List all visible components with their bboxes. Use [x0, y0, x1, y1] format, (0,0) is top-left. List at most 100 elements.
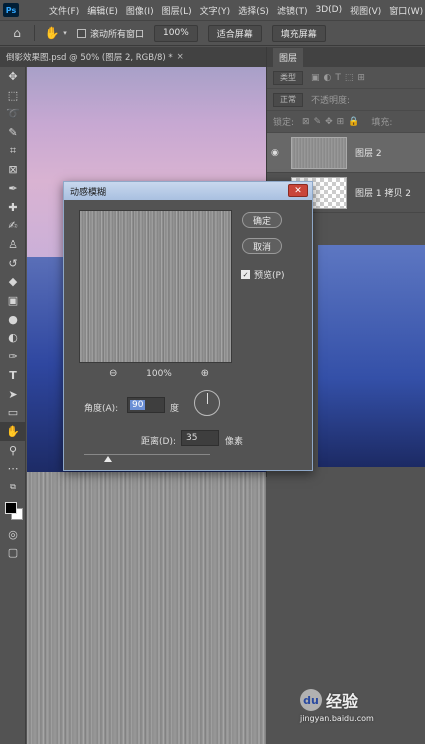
shape-tool-icon[interactable]: ▭ [0, 403, 26, 422]
watermark-title: 经验 [326, 692, 359, 711]
watermark-url: jingyan.baidu.com [300, 714, 374, 723]
layers-tab-label: 图层 [273, 47, 304, 67]
layer-name: 图层 1 拷贝 2 [355, 189, 412, 199]
menu-bar: Ps 文件(F) 编辑(E) 图像(I) 图层(L) 文字(Y) 选择(S) 滤… [0, 0, 425, 20]
divider [34, 25, 35, 41]
fill-label: 填充: [371, 118, 393, 128]
stamp-tool-icon[interactable]: ♙ [0, 235, 26, 254]
eye-icon[interactable]: ◉ [271, 148, 285, 158]
layer-filter-select[interactable]: 类型 [273, 70, 303, 85]
menu-3d[interactable]: 3D(D) [315, 5, 342, 15]
angle-needle [207, 393, 208, 404]
dodge-tool-icon[interactable]: ◐ [0, 329, 26, 348]
motion-blur-dialog: 动感模糊 ✕ 确定 取消 ✓ 预览(P) ⊖ 100% ⊕ 角度(A): 90 … [63, 181, 313, 471]
cancel-button[interactable]: 取消 [242, 238, 282, 254]
layer-row[interactable]: ◉ 图层 2 [267, 133, 425, 173]
opacity-label: 不透明度: [311, 96, 351, 106]
quick-select-tool-icon[interactable]: ✎ [0, 123, 26, 142]
angle-unit: 度 [170, 404, 180, 414]
fit-screen-button[interactable]: 适合屏幕 [207, 24, 262, 42]
photoshop-logo: Ps [3, 3, 19, 17]
baidu-paw-icon: du [300, 689, 322, 711]
filter-preview[interactable] [79, 210, 232, 363]
marquee-tool-icon[interactable]: ⬚ [0, 86, 26, 105]
motion-blur-noise-layer [27, 472, 266, 744]
zoom-100-button[interactable]: 100% [154, 24, 198, 42]
quick-mask-icon[interactable]: ◎ [0, 525, 26, 544]
distance-slider-handle[interactable] [104, 456, 112, 462]
document-tab[interactable]: 倒影效果图.psd @ 50% (图层 2, RGB/8) * × [0, 47, 266, 67]
preview-label: 预览(P) [254, 271, 285, 281]
dialog-title: 动感模糊 [64, 182, 312, 200]
chevron-down-icon[interactable]: ▾ [61, 24, 69, 42]
distance-slider-track[interactable] [84, 454, 210, 455]
zoom-out-icon[interactable]: ⊖ [109, 368, 117, 379]
color-swatches[interactable] [0, 497, 26, 525]
menu-type[interactable]: 文字(Y) [200, 4, 231, 17]
pen-tool-icon[interactable]: ✑ [0, 347, 26, 366]
layer-name: 图层 2 [355, 149, 382, 159]
city-image-right [318, 245, 425, 467]
menu-image[interactable]: 图像(I) [126, 4, 154, 17]
fill-screen-button[interactable]: 填充屏幕 [271, 24, 326, 42]
baidu-jingyan-watermark: du 经验 jingyan.baidu.com [300, 688, 420, 738]
brush-tool-icon[interactable]: ✍ [0, 217, 26, 236]
preview-zoom-controls: ⊖ 100% ⊕ [109, 368, 209, 379]
layers-panel-tab[interactable]: 图层 [267, 47, 425, 67]
layer-thumbnail [291, 136, 347, 169]
default-colors-icon[interactable]: ⧉ [0, 478, 26, 497]
zoom-tool-icon[interactable]: ⚲ [0, 441, 26, 460]
document-title: 倒影效果图.psd @ 50% (图层 2, RGB/8) * [6, 53, 173, 63]
ok-button[interactable]: 确定 [242, 212, 282, 228]
menu-file[interactable]: 文件(F) [49, 4, 79, 17]
distance-input[interactable]: 35 [181, 430, 219, 446]
menu-layer[interactable]: 图层(L) [162, 4, 192, 17]
distance-unit: 像素 [225, 437, 244, 447]
dialog-close-button[interactable]: ✕ [288, 184, 308, 197]
menu-filter[interactable]: 滤镜(T) [277, 4, 308, 17]
blend-mode-select[interactable]: 正常 [273, 92, 303, 107]
preview-checkbox[interactable]: ✓ [241, 270, 250, 279]
preview-toggle[interactable]: ✓ 预览(P) [241, 268, 284, 281]
menu-view[interactable]: 视图(V) [350, 4, 381, 17]
hand-tool-icon[interactable]: ✋ [0, 422, 26, 441]
path-select-tool-icon[interactable]: ➤ [0, 385, 26, 404]
angle-input[interactable]: 90 [127, 397, 165, 413]
lock-row: 锁定: ⊠✎✥⊞🔒 填充: [267, 111, 425, 133]
lock-icons[interactable]: ⊠✎✥⊞🔒 [302, 117, 363, 127]
eraser-tool-icon[interactable]: ◆ [0, 273, 26, 292]
blur-tool-icon[interactable]: ● [0, 310, 26, 329]
angle-label: 角度(A): [84, 404, 119, 414]
angle-dial[interactable] [194, 390, 220, 416]
foreground-color[interactable] [5, 501, 17, 514]
layer-filter-row: 类型 ▣◐T⬚⊞ [267, 67, 425, 89]
filter-icons[interactable]: ▣◐T⬚⊞ [311, 73, 369, 83]
gradient-tool-icon[interactable]: ▣ [0, 291, 26, 310]
angle-value: 90 [130, 400, 146, 410]
eyedropper-tool-icon[interactable]: ✒ [0, 179, 26, 198]
type-tool-icon[interactable]: T [0, 366, 26, 385]
distance-label: 距离(D): [141, 437, 176, 447]
close-icon[interactable]: × [177, 52, 184, 62]
menu-edit[interactable]: 编辑(E) [87, 4, 118, 17]
screen-mode-icon[interactable]: ▢ [0, 544, 26, 563]
hand-tool-icon[interactable]: ✋ [43, 24, 61, 42]
menu-select[interactable]: 选择(S) [238, 4, 269, 17]
more-tools-icon[interactable]: ⋯ [0, 459, 26, 478]
healing-brush-icon[interactable]: ✚ [0, 198, 26, 217]
scroll-all-label: 滚动所有窗口 [90, 29, 145, 40]
menu-window[interactable]: 窗口(W) [389, 4, 423, 17]
scroll-all-checkbox[interactable] [77, 28, 86, 38]
move-tool-icon[interactable]: ✥ [0, 67, 26, 86]
crop-tool-icon[interactable]: ⌗ [0, 142, 26, 161]
options-bar: ⌂ ✋ ▾ 滚动所有窗口 100% 适合屏幕 填充屏幕 [0, 20, 425, 46]
zoom-in-icon[interactable]: ⊕ [201, 368, 209, 379]
lock-label: 锁定: [273, 118, 295, 128]
tools-panel: ✥ ⬚ ➰ ✎ ⌗ ⊠ ✒ ✚ ✍ ♙ ↺ ◆ ▣ ● ◐ ✑ T ➤ ▭ ✋ … [0, 67, 26, 744]
home-icon[interactable]: ⌂ [8, 24, 26, 42]
lasso-tool-icon[interactable]: ➰ [0, 104, 26, 123]
history-brush-icon[interactable]: ↺ [0, 254, 26, 273]
zoom-percentage: 100% [146, 368, 172, 379]
blend-row: 正常 不透明度: [267, 89, 425, 111]
frame-tool-icon[interactable]: ⊠ [0, 160, 26, 179]
